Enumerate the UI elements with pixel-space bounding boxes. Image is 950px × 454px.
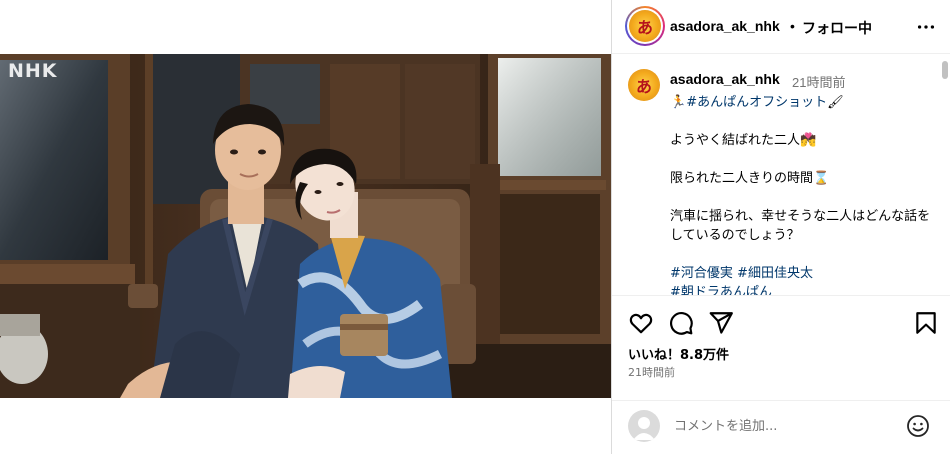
post-timestamp[interactable]: 21時間前	[628, 364, 675, 380]
avatar: あ	[629, 10, 661, 42]
following-button[interactable]: フォロー中	[802, 18, 872, 38]
comment-input[interactable]	[674, 413, 894, 439]
caption-text: 🏃#あんぱんオフショット🖌 ようやく結ばれた二人💏 限られた二人きりの時間⌛ 汽…	[670, 93, 932, 295]
header-username[interactable]: asadora_ak_nhk	[670, 18, 780, 34]
nhk-watermark: NHK	[8, 60, 58, 82]
caption-scrollbar[interactable]	[942, 57, 948, 291]
caption-tags: #河合優実 #細田佳央太 #朝ドラあんぱん	[670, 264, 932, 295]
post-actions: いいね！8.8万件 21時間前	[612, 295, 950, 393]
avatar-glyph: あ	[636, 18, 653, 37]
heart-icon[interactable]	[628, 310, 654, 336]
more-horizontal-icon[interactable]	[915, 16, 937, 38]
hashtag-link[interactable]: #細田佳央太	[737, 266, 813, 281]
caption-line-2: ようやく結ばれた二人💏	[670, 133, 817, 148]
caption-area: あ asadora_ak_nhk 21時間前 🏃#あんぱんオフショット🖌 ようや…	[612, 55, 950, 295]
caption-avatar[interactable]: あ	[628, 69, 660, 101]
caption-time[interactable]: 21時間前	[792, 72, 845, 91]
caption-avatar-glyph: あ	[635, 77, 652, 96]
hashtag-link[interactable]: #あんぱんオフショット	[686, 95, 827, 110]
header-separator: •	[790, 18, 795, 34]
send-icon[interactable]	[708, 310, 734, 336]
runner-emoji: 🏃	[670, 95, 687, 110]
scrollbar-thumb[interactable]	[942, 61, 948, 79]
caption-line-4: 汽車に揺られ、幸せそうな二人はどんな話をしているのでしょう？	[670, 209, 931, 243]
post-photo[interactable]: NHK	[0, 54, 611, 398]
hashtag-link[interactable]: #朝ドラあんぱん	[670, 285, 772, 295]
default-avatar-icon	[633, 417, 655, 440]
likes-count[interactable]: いいね！8.8万件	[628, 344, 729, 363]
bookmark-icon[interactable]	[913, 310, 939, 336]
post-header: あ asadora_ak_nhk • フォロー中	[612, 0, 950, 54]
avatar-story-ring[interactable]: あ	[625, 6, 665, 46]
post-sidebar: あ asadora_ak_nhk • フォロー中 あ asadora_ak_nh…	[611, 0, 950, 454]
hashtag-link[interactable]: #河合優実	[670, 266, 733, 281]
paintbrush-emoji: 🖌	[827, 95, 844, 110]
media-column: NHK	[0, 0, 611, 454]
caption-username[interactable]: asadora_ak_nhk	[670, 71, 780, 87]
caption-line-3: 限られた二人きりの時間⌛	[670, 171, 830, 186]
caption-line-1: 🏃#あんぱんオフショット🖌	[670, 93, 932, 112]
comment-icon[interactable]	[668, 310, 694, 336]
comment-box	[612, 400, 950, 454]
emoji-smile-icon[interactable]	[906, 414, 930, 438]
user-avatar	[628, 410, 660, 442]
photo-illustration	[0, 54, 611, 398]
